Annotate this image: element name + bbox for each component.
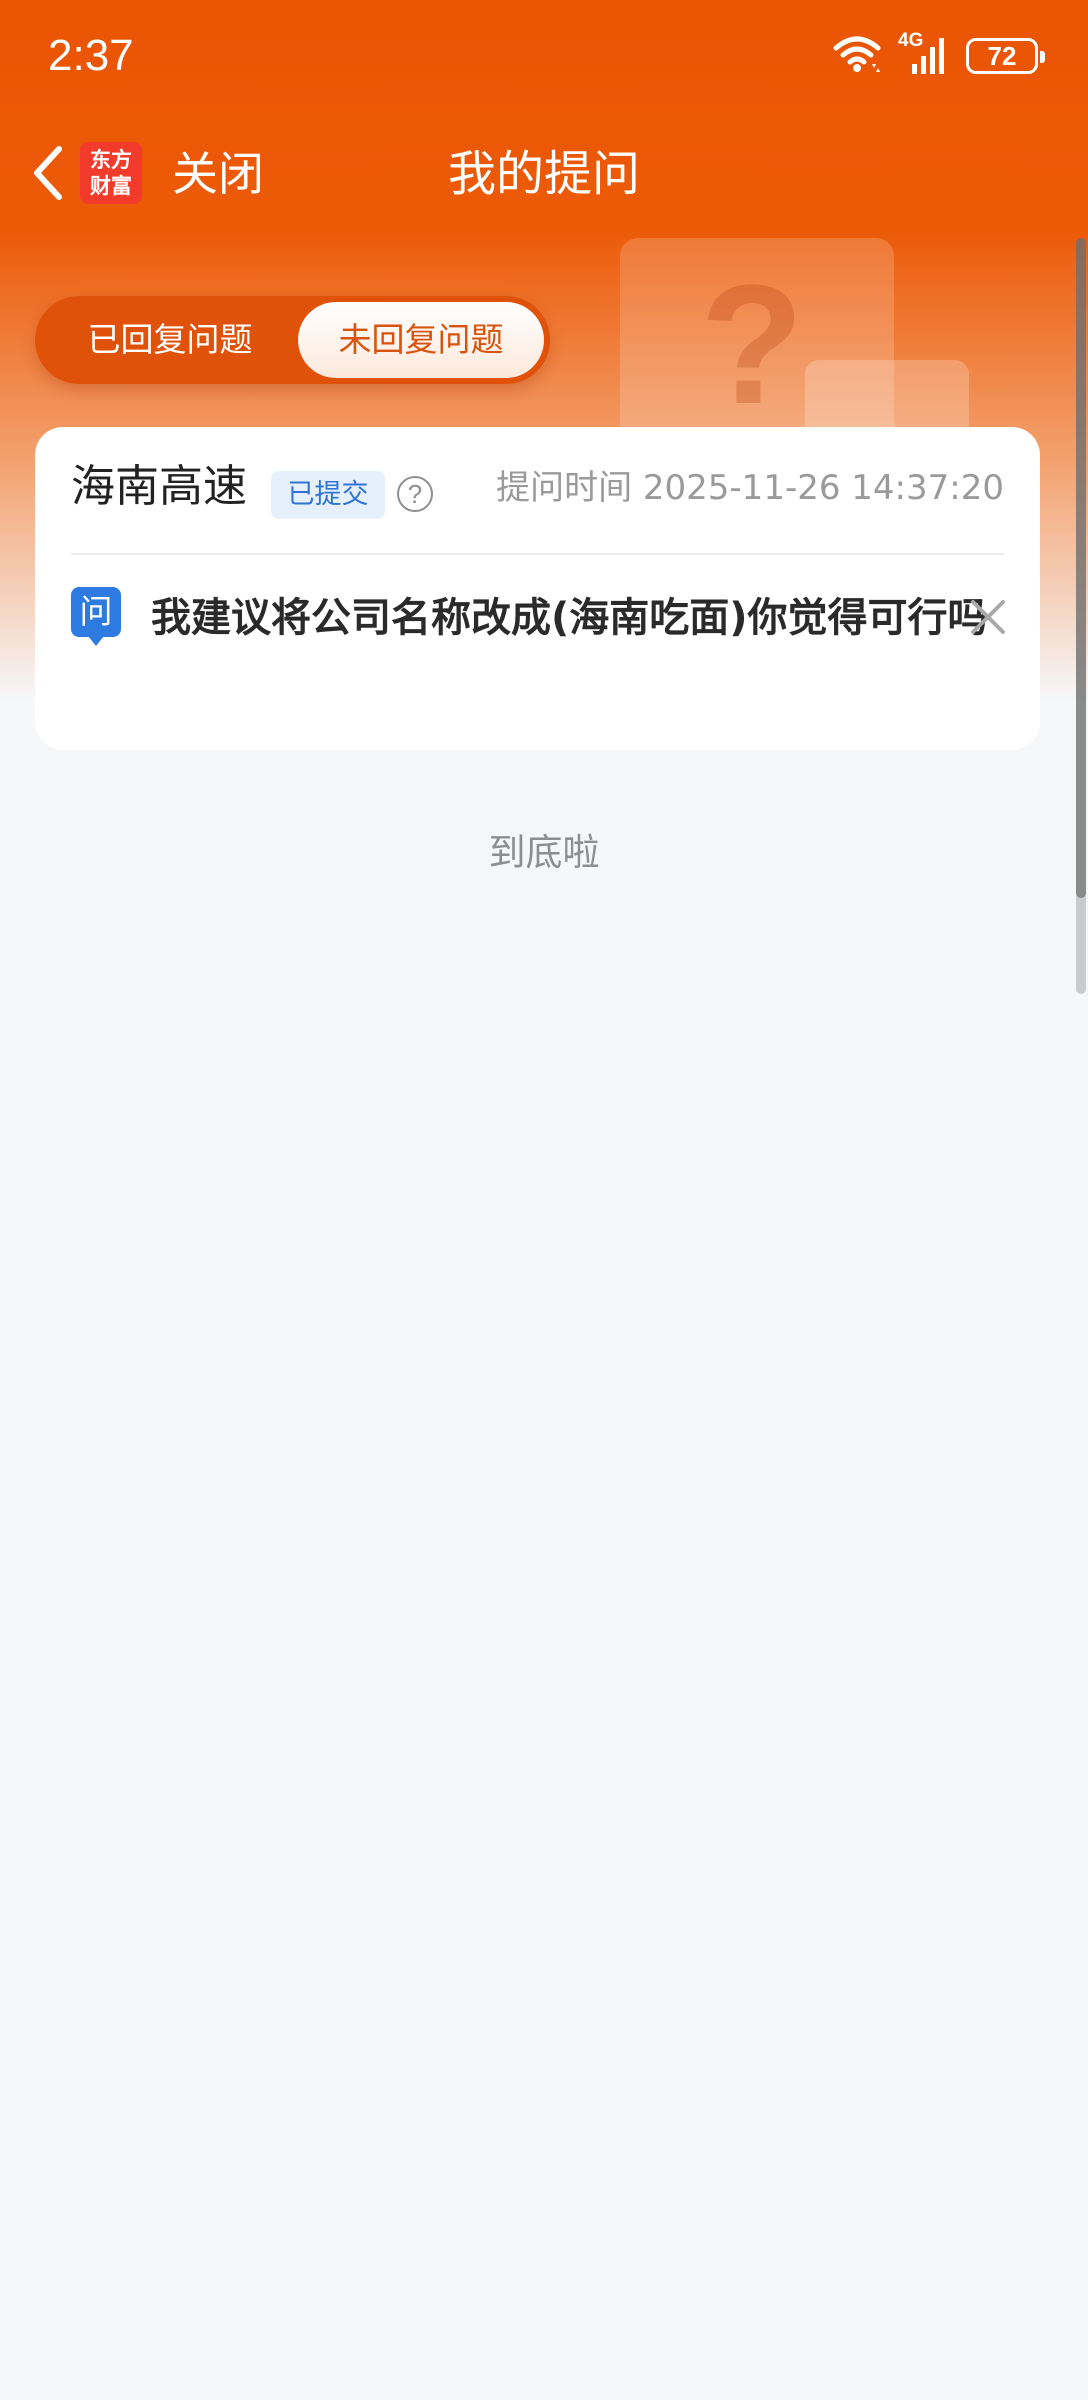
help-icon[interactable]: ? — [397, 476, 433, 512]
status-icons: 4G 72 — [832, 30, 1045, 80]
card-divider — [71, 553, 1004, 555]
tab-answered-questions[interactable]: 已回复问题 — [45, 302, 295, 378]
battery-level: 72 — [987, 40, 1017, 71]
question-filter-tabs: 已回复问题 未回复问题 — [35, 296, 550, 384]
cellular-signal-icon: 4G — [898, 30, 950, 78]
delete-question-button[interactable] — [966, 595, 1010, 639]
question-mark-illustration-icon: ? — [700, 250, 804, 440]
navigation-bar: 东方 财富 关闭 我的提问 — [0, 118, 1088, 228]
status-time: 2:37 — [48, 31, 134, 80]
ask-time-label: 提问时间 — [496, 468, 633, 508]
question-card[interactable]: 海南高速 已提交 ? 提问时间 2025-11-26 14:37:20 问 我建… — [35, 427, 1040, 750]
tab-unanswered-questions[interactable]: 未回复问题 — [298, 302, 544, 378]
scrollbar[interactable] — [1076, 238, 1086, 994]
scrollbar-thumb[interactable] — [1076, 238, 1086, 898]
stock-name[interactable]: 海南高速 — [71, 459, 247, 515]
status-bar: 2:37 4G 72 — [0, 0, 1088, 115]
question-icon: 问 — [71, 587, 121, 646]
status-badge: 已提交 — [271, 471, 385, 519]
battery-icon: 72 — [966, 38, 1045, 74]
ask-time: 提问时间 2025-11-26 14:37:20 — [496, 465, 1004, 511]
question-text[interactable]: 我建议将公司名称改成(海南吃面)你觉得可行吗 — [151, 587, 991, 649]
close-x-icon — [971, 600, 1005, 634]
end-of-list-text: 到底啦 — [488, 831, 600, 874]
ask-time-value: 2025-11-26 14:37:20 — [642, 468, 1004, 508]
wifi-icon — [832, 34, 882, 78]
page-title: 我的提问 — [447, 146, 640, 202]
